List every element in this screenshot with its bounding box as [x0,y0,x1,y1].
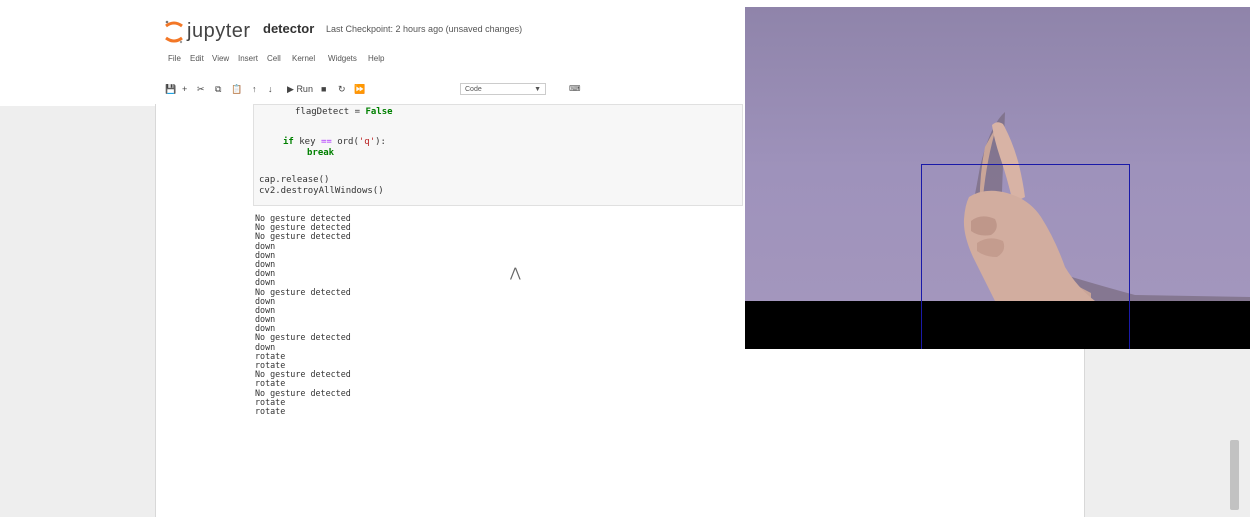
stop-icon[interactable]: ■ [321,80,326,98]
output-line: down [255,314,276,325]
output-line: down [255,268,276,279]
text-cursor-icon: ⋀ [510,265,521,280]
output-line: rotate [255,405,286,416]
output-line: down [255,249,276,260]
code-token: key [293,137,321,147]
menu-widgets[interactable]: Widgets [328,54,357,63]
menu-insert[interactable]: Insert [238,54,258,63]
notebook-name[interactable]: detector [263,21,314,36]
code-token: break [307,148,335,158]
camera-preview-window[interactable] [745,7,1250,349]
move-up-icon[interactable]: ↑ [252,80,257,98]
code-token: = [349,107,366,117]
code-line: cap.release() [259,175,330,185]
output-line: No gesture detected [255,332,351,343]
code-line: break [307,148,334,158]
run-button[interactable]: ▶ Run [287,80,313,98]
menu-view[interactable]: View [212,54,229,63]
scrollbar-thumb[interactable] [1230,440,1239,510]
cell-type-value: Code [465,86,482,93]
output-line: down [255,341,276,352]
cell-output: No gesture detected No gesture detected … [255,213,735,416]
output-line: down [255,304,276,315]
run-label: Run [296,84,313,94]
code-token: False [365,107,393,117]
output-line: No gesture detected [255,369,351,380]
menu-edit[interactable]: Edit [190,54,204,63]
menu-cell[interactable]: Cell [267,54,281,63]
cut-icon[interactable]: ✂ [197,80,205,98]
save-icon[interactable]: 💾 [165,80,176,98]
detection-roi-box [921,164,1130,349]
menu-help[interactable]: Help [368,54,384,63]
chevron-down-icon: ▼ [534,86,541,93]
output-line: rotate [255,396,286,407]
keyboard-icon[interactable]: ⌨ [569,80,581,98]
code-token: 'q' [358,137,376,147]
code-cell-input[interactable]: flagDetect = False if key == ord('q'): b… [253,104,743,206]
jupyter-logo-text: jupyter [187,20,251,42]
jupyter-logo-icon [165,20,183,44]
menu-file[interactable]: File [168,54,181,63]
output-line: down [255,258,276,269]
code-line: flagDetect = False [295,107,393,117]
output-line: rotate [255,350,286,361]
add-cell-icon[interactable]: + [182,80,187,98]
output-line: down [255,240,276,251]
output-line: No gesture detected [255,387,351,398]
output-line: down [255,295,276,306]
checkpoint-status: Last Checkpoint: 2 hours ago (unsaved ch… [326,24,523,34]
fast-forward-icon[interactable]: ⏩ [354,80,365,98]
code-line: cv2.destroyAllWindows() [259,186,384,196]
run-icon: ▶ [287,84,294,94]
output-line: No gesture detected [255,286,351,297]
code-token: flagDetect [295,107,350,117]
code-line: if key == ord('q'): [283,137,386,147]
code-token: == [320,137,332,147]
menu-kernel[interactable]: Kernel [292,54,315,63]
output-line: No gesture detected [255,231,351,242]
code-token: ): [375,137,386,147]
copy-icon[interactable]: ⧉ [215,80,221,98]
code-token: ord( [331,137,359,147]
move-down-icon[interactable]: ↓ [268,80,273,98]
cell-type-select[interactable]: Code ▼ [460,83,546,95]
restart-icon[interactable]: ↻ [338,80,346,98]
code-token: if [283,137,294,147]
paste-icon[interactable]: 📋 [231,80,242,98]
